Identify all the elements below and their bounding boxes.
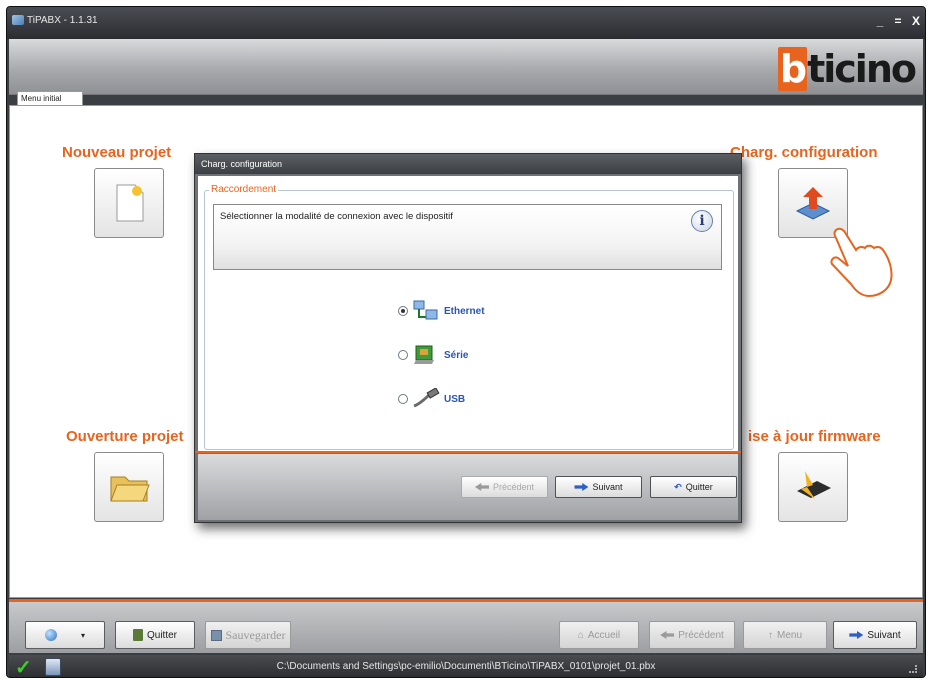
home-icon: ⌂ [577, 629, 584, 641]
save-button[interactable]: Sauvegarder [205, 621, 291, 649]
serie-label: Série [444, 349, 469, 361]
arrow-right-icon [574, 483, 589, 491]
dialog-body: Raccordement Sélectionner la modalité de… [198, 176, 738, 452]
pin-icon: ↑ [767, 629, 773, 641]
info-message: Sélectionner la modalité de connexion av… [220, 211, 453, 222]
open-project-button[interactable] [94, 452, 164, 522]
load-config-label: Charg. configuration [730, 144, 878, 161]
new-project-label: Nouveau projet [62, 144, 172, 161]
chevron-down-icon: ▾ [80, 630, 85, 640]
tab-menu-initial[interactable]: Menu initial [17, 91, 83, 106]
new-document-icon [116, 184, 144, 222]
connection-group-label: Raccordement [209, 184, 279, 195]
undo-icon: ↶ [674, 481, 682, 492]
dialog-next-button[interactable]: Suivant [555, 476, 642, 498]
exit-icon [132, 629, 143, 641]
dialog-footer: Précédent Suivant ↶ Quitter [198, 454, 738, 520]
option-ethernet[interactable]: Ethernet [398, 300, 485, 322]
app-icon [12, 15, 24, 25]
hand-pointer-icon [830, 227, 893, 298]
firmware-button[interactable] [778, 452, 848, 522]
new-project-button[interactable] [94, 168, 164, 238]
folder-icon [110, 476, 150, 502]
app-window: TiPABX - 1.1.31 _ = X bticino Menu initi… [6, 6, 926, 678]
dialog-title: Charg. configuration [195, 154, 741, 174]
upload-icon [795, 187, 831, 220]
open-project-label: Ouverture projet [66, 428, 184, 445]
info-icon[interactable]: i [691, 210, 713, 232]
usb-radio[interactable] [398, 394, 408, 404]
status-bar: ✓ C:\Documents and Settings\pc-emilio\Do… [9, 655, 923, 677]
arrow-left-icon [474, 483, 489, 491]
window-title: TiPABX - 1.1.31 [27, 15, 98, 26]
file-path: C:\Documents and Settings\pc-emilio\Docu… [276, 661, 656, 672]
dialog-prev-button[interactable]: Précédent [461, 476, 548, 498]
next-button[interactable]: Suivant [833, 621, 917, 649]
minimize-button[interactable]: _ [873, 13, 887, 29]
option-serie[interactable]: Série [398, 344, 468, 366]
menu-button[interactable]: ↑ Menu [743, 621, 827, 649]
usb-cable-icon [413, 388, 440, 408]
close-button[interactable]: X [909, 13, 923, 29]
resize-grip-icon[interactable] [909, 665, 917, 673]
chip-icon [797, 471, 831, 499]
serie-radio[interactable] [398, 350, 408, 360]
save-icon [210, 629, 222, 641]
load-config-dialog: Charg. configuration Raccordement Sélect… [194, 153, 742, 523]
quit-button[interactable]: Quitter [115, 621, 195, 649]
header-banner: bticino [9, 39, 923, 95]
title-bar: TiPABX - 1.1.31 _ = X [7, 7, 925, 39]
bticino-logo: bticino [777, 47, 917, 91]
firmware-label: ise à jour firmware [748, 428, 881, 445]
arrow-right-icon [849, 631, 864, 639]
option-usb[interactable]: USB [398, 388, 465, 410]
ethernet-label: Ethernet [444, 305, 485, 317]
home-button[interactable]: ⌂ Accueil [559, 621, 639, 649]
serial-port-icon [414, 345, 434, 364]
dialog-quit-button[interactable]: ↶ Quitter [650, 476, 737, 498]
language-dropdown[interactable]: ▾ [25, 621, 105, 649]
maximize-button[interactable]: = [891, 13, 905, 29]
globe-icon [44, 629, 57, 641]
prev-button[interactable]: Précédent [649, 621, 735, 649]
ethernet-radio[interactable] [398, 306, 408, 316]
dialog-divider [195, 451, 741, 453]
info-message-box: Sélectionner la modalité de connexion av… [213, 204, 722, 270]
bottom-toolbar: ▾ Quitter Sauvegarder ⌂ Accueil Précédent… [9, 599, 923, 653]
usb-label: USB [444, 393, 466, 405]
network-icon [413, 300, 438, 320]
arrow-left-icon [660, 631, 675, 639]
